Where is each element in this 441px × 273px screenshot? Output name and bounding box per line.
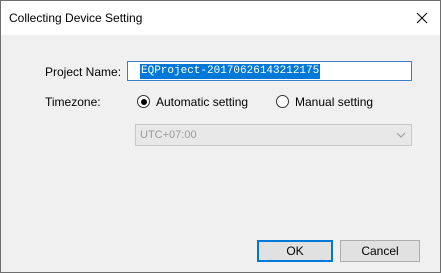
timezone-select[interactable]: UTC+07:00 [135, 124, 412, 146]
radio-automatic-label[interactable]: Automatic setting [156, 95, 248, 109]
project-name-label: Project Name: [45, 65, 122, 79]
window-title: Collecting Device Setting [9, 11, 143, 25]
chevron-down-icon [396, 132, 406, 138]
radio-manual-indicator[interactable] [276, 95, 289, 108]
radio-automatic-indicator[interactable] [137, 95, 150, 108]
dialog-window: Collecting Device Setting Project Name: … [0, 0, 441, 273]
close-icon [416, 12, 428, 24]
timezone-label: Timezone: [45, 95, 101, 109]
project-name-input[interactable]: EQProject-20170626143212175 [127, 61, 412, 81]
title-bar: Collecting Device Setting [1, 1, 440, 35]
ok-button[interactable]: OK [257, 240, 333, 262]
close-button[interactable] [404, 1, 440, 35]
radio-manual-label[interactable]: Manual setting [295, 95, 373, 109]
project-name-value: EQProject-20170626143212175 [140, 64, 321, 79]
cancel-button[interactable]: Cancel [340, 240, 420, 262]
timezone-select-value: UTC+07:00 [140, 129, 197, 141]
